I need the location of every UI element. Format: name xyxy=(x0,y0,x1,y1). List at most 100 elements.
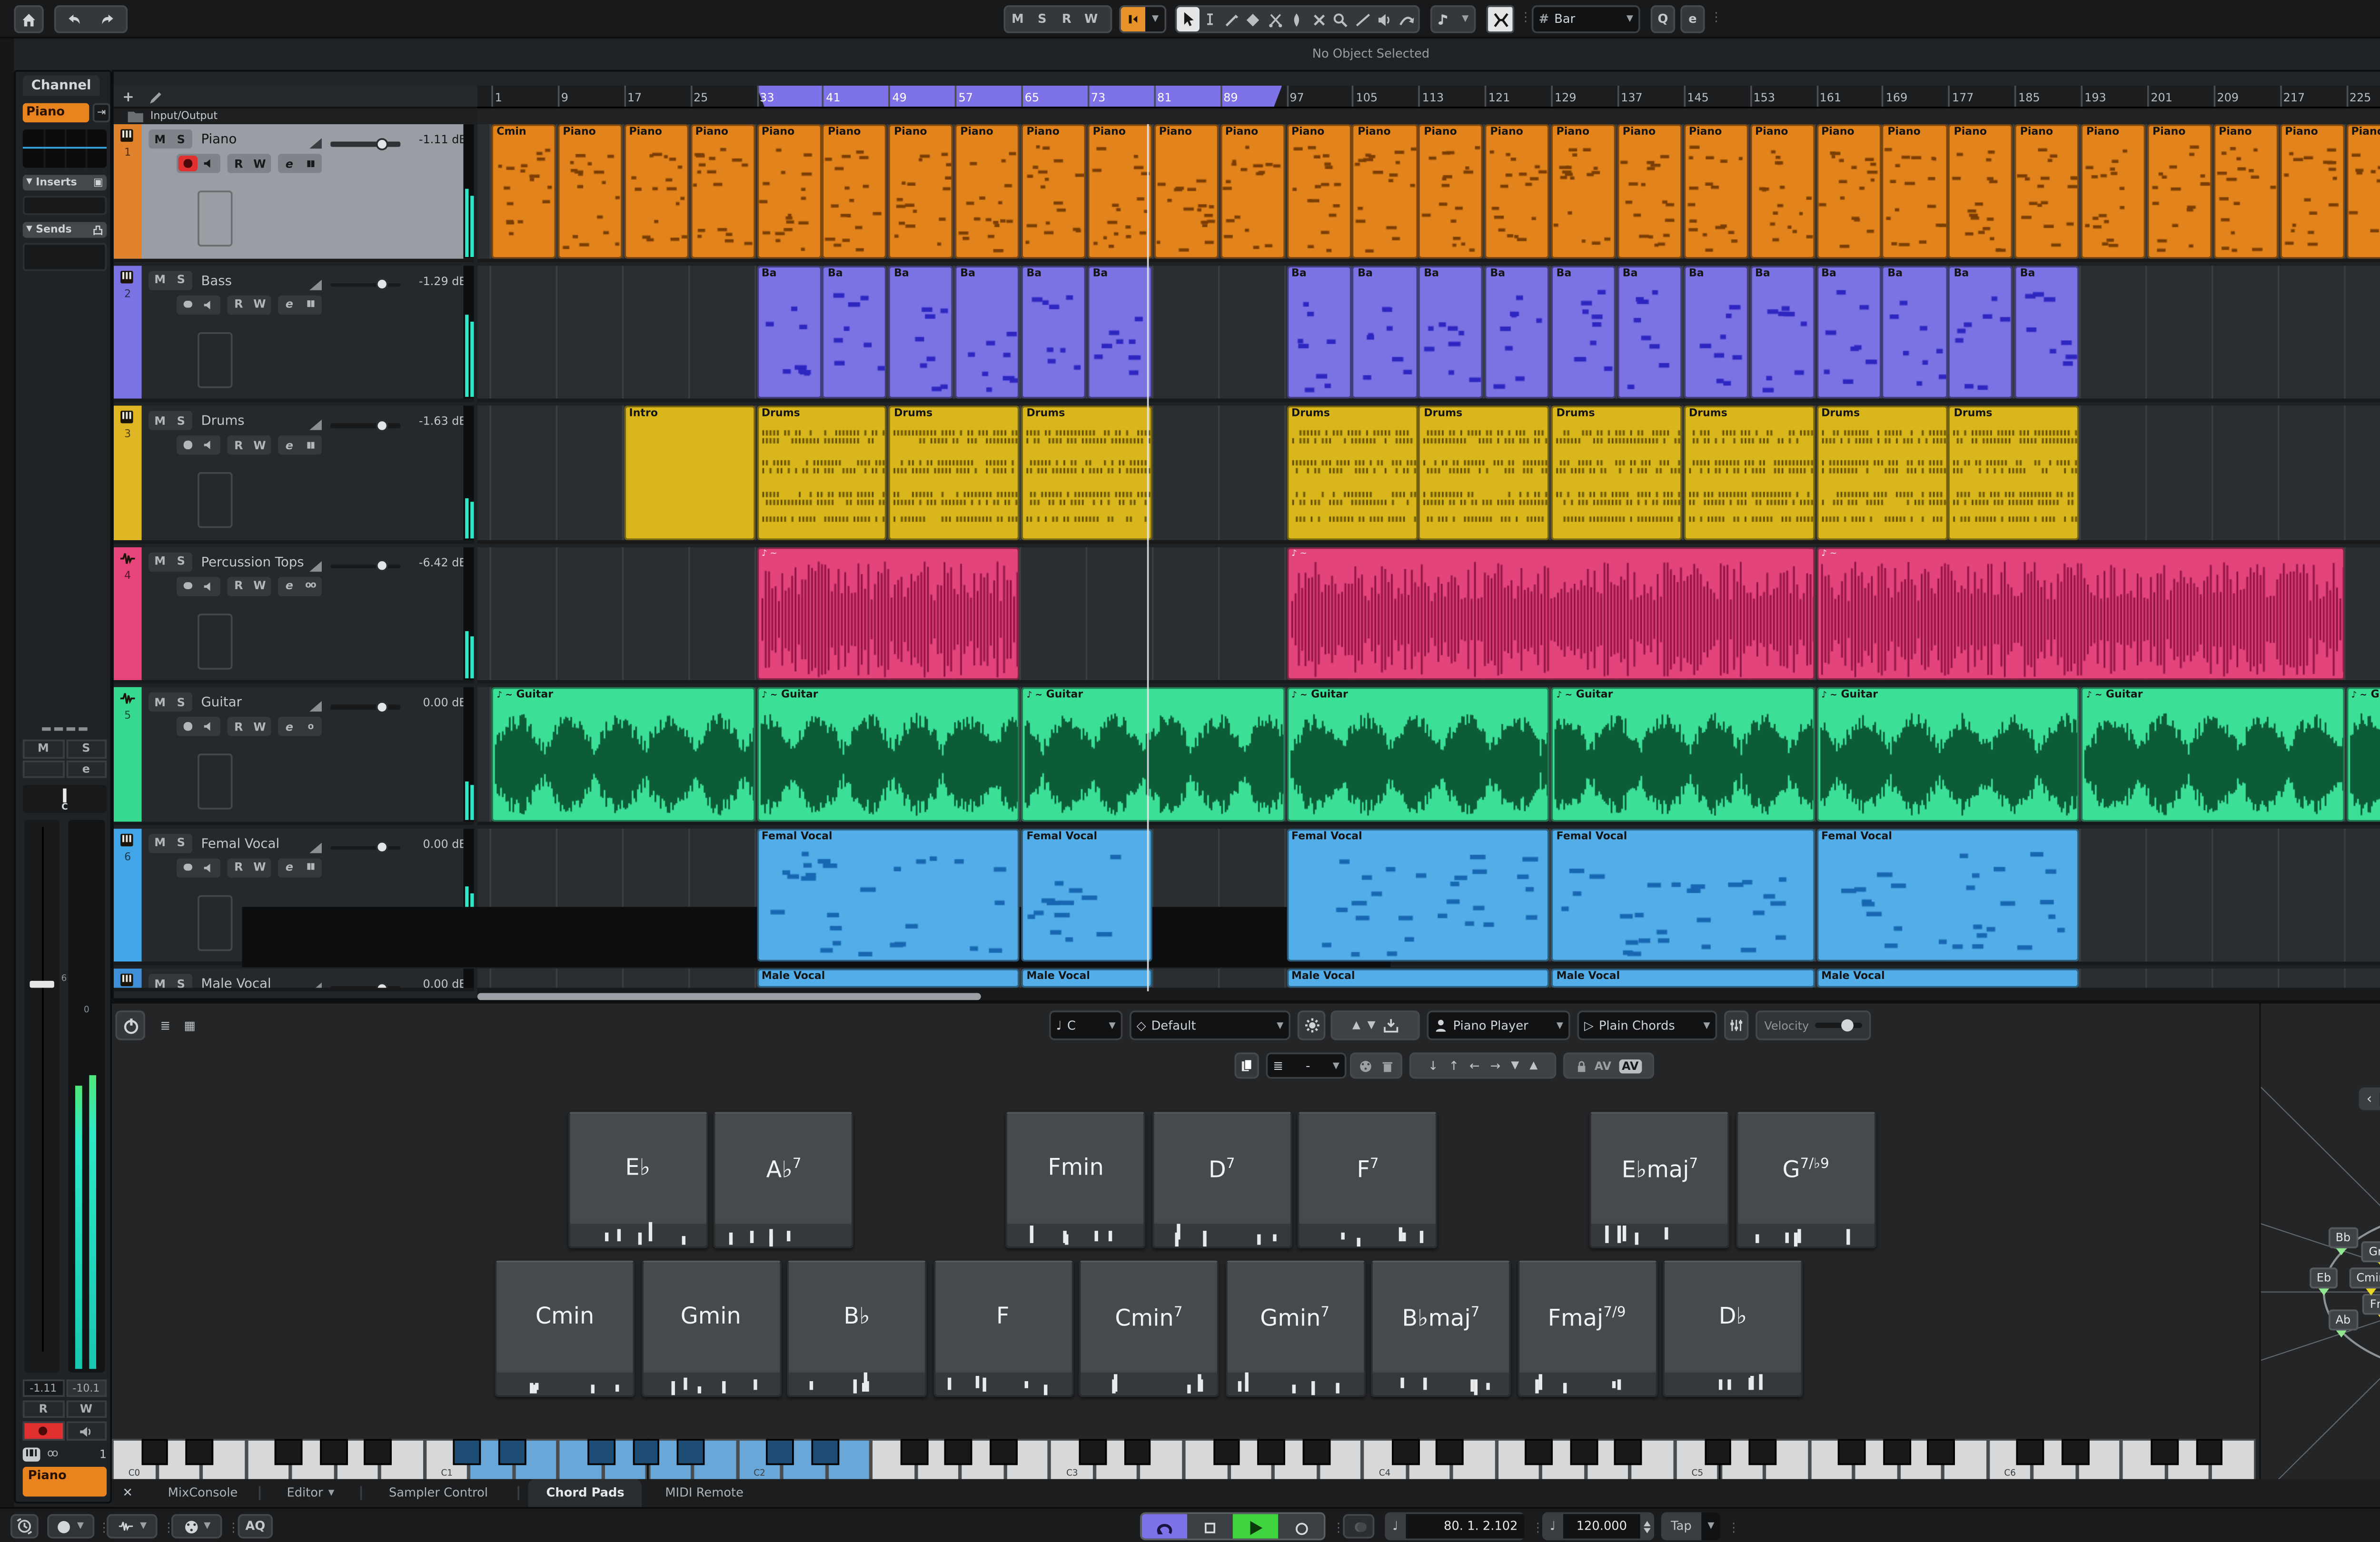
cof-minor-cmin[interactable]: Cmin xyxy=(2350,1267,2380,1288)
black-key[interactable] xyxy=(1436,1439,1464,1465)
clip-percussion-tops[interactable]: ♪ ~ xyxy=(1816,546,2344,680)
transpose-up-button[interactable]: ▲ xyxy=(1352,1019,1360,1032)
black-key[interactable] xyxy=(1704,1439,1732,1465)
black-key[interactable] xyxy=(319,1439,347,1465)
edit-channel-button[interactable]: e xyxy=(280,578,299,593)
chord-pad-Gmin7[interactable]: Gmin7 xyxy=(1225,1261,1365,1397)
clip-guitar[interactable]: ♪ ~ Guitar xyxy=(491,687,755,821)
zoom-tool[interactable] xyxy=(1330,7,1352,31)
record-enable-button[interactable] xyxy=(178,719,198,734)
clip-ba[interactable]: Ba xyxy=(1949,265,2013,399)
volume-slider[interactable] xyxy=(330,423,400,427)
clip-guitar[interactable]: ♪ ~ Guitar xyxy=(1021,687,1285,821)
clip-piano[interactable]: Piano xyxy=(690,124,755,258)
edit-channel-button[interactable]: e xyxy=(280,297,299,312)
clip-femal-vocal[interactable]: Femal Vocal xyxy=(1816,828,2080,961)
chord-pad-F[interactable]: F xyxy=(933,1261,1073,1397)
save-preset-icon[interactable] xyxy=(1382,1018,1398,1033)
volume-slider[interactable] xyxy=(330,282,400,287)
clip-male-vocal[interactable]: Male Vocal xyxy=(1551,969,1815,988)
black-key[interactable] xyxy=(766,1439,794,1465)
black-key[interactable] xyxy=(1258,1439,1285,1465)
av-active-button[interactable]: AV xyxy=(1618,1058,1642,1072)
track-solo-button[interactable]: S xyxy=(171,976,190,991)
split-tool[interactable] xyxy=(1264,7,1286,31)
clip-piano[interactable]: Piano xyxy=(823,124,887,258)
folder-track-io[interactable]: Input/Output xyxy=(114,109,477,124)
clip-intro[interactable]: Intro xyxy=(624,405,755,539)
black-key[interactable] xyxy=(2151,1439,2178,1465)
clip-ba[interactable]: Ba xyxy=(1882,265,1947,399)
tab-midi-remote[interactable]: MIDI Remote xyxy=(648,1479,761,1507)
cof-major-bb[interactable]: Bb xyxy=(2329,1226,2358,1247)
insert-slot[interactable] xyxy=(23,196,107,215)
line-tool[interactable] xyxy=(1352,7,1374,31)
track-solo-button[interactable]: S xyxy=(171,272,190,287)
clip-piano[interactable]: Piano xyxy=(1551,124,1616,258)
track-read-button[interactable]: R xyxy=(229,437,248,453)
av-button[interactable]: AV xyxy=(1595,1058,1611,1072)
undo-button[interactable] xyxy=(56,7,91,31)
track-mute-button[interactable]: M xyxy=(150,272,169,287)
track-mute-button[interactable]: M xyxy=(150,694,169,710)
volume-knob[interactable] xyxy=(376,700,388,712)
black-key[interactable] xyxy=(454,1439,481,1465)
transpose-pad-down[interactable]: ▼ xyxy=(1511,1059,1519,1072)
clip-piano[interactable]: Piano xyxy=(2280,124,2344,258)
quantize-button[interactable]: Q xyxy=(1651,5,1675,33)
track-write-button[interactable]: W xyxy=(250,860,269,875)
cof-minor-fmin[interactable]: Fmin xyxy=(2363,1293,2380,1314)
chord-pad-Ab7[interactable]: A♭7 xyxy=(714,1112,854,1248)
chord-pad-F7[interactable]: F7 xyxy=(1298,1112,1438,1248)
clip-piano[interactable]: Piano xyxy=(889,124,953,258)
auto-quantize-button[interactable]: AQ xyxy=(238,1514,273,1538)
black-key[interactable] xyxy=(2062,1439,2089,1465)
channel-bottom-label[interactable]: Piano xyxy=(23,1467,107,1496)
page-flip-button[interactable] xyxy=(1234,1052,1259,1078)
channel-read-button[interactable]: R xyxy=(23,1400,64,1418)
clip-drums[interactable]: Drums xyxy=(1949,405,2080,539)
black-key[interactable] xyxy=(811,1439,838,1465)
clip-drums[interactable]: Drums xyxy=(1816,405,1947,539)
trash-icon[interactable] xyxy=(1381,1058,1394,1072)
black-key[interactable] xyxy=(1570,1439,1597,1465)
clip-piano[interactable]: Piano xyxy=(1684,124,1748,258)
clip-piano[interactable]: Piano xyxy=(1816,124,1881,258)
auto-quantize-dropdown[interactable]: ▼ xyxy=(1430,5,1476,33)
black-key[interactable] xyxy=(1526,1439,1553,1465)
black-key[interactable] xyxy=(677,1439,704,1465)
automation-s-button[interactable]: S xyxy=(1030,7,1054,31)
track-lane-drums[interactable]: IntroDrumsDrumsDrumsDrumsDrumsDrumsDrums… xyxy=(477,405,2380,543)
volume-slider[interactable] xyxy=(330,142,400,146)
black-key[interactable] xyxy=(186,1439,213,1465)
clip-piano[interactable]: Piano xyxy=(1352,124,1417,258)
instrument-or-channel-icon[interactable]: ▮▮ xyxy=(301,156,320,171)
channel-monitor-button[interactable] xyxy=(66,1422,107,1441)
clip-cmin[interactable]: Cmin xyxy=(491,124,556,258)
cof-major-ab[interactable]: Ab xyxy=(2329,1309,2358,1330)
preset-dropdown[interactable]: ◇Default▼ xyxy=(1130,1010,1290,1040)
audio-record-dropdown[interactable]: ▼ xyxy=(107,1514,158,1538)
clip-drums[interactable]: Drums xyxy=(1551,405,1682,539)
track-lane-male-vocal[interactable]: Male VocalMale VocalMale VocalMale Vocal… xyxy=(477,969,2380,991)
monitor-button[interactable] xyxy=(199,437,218,453)
player-dropdown[interactable]: Piano Player▼ xyxy=(1427,1010,1570,1040)
black-key[interactable] xyxy=(1838,1439,1865,1465)
clip-drums[interactable]: Drums xyxy=(1286,405,1417,539)
mute-tool[interactable] xyxy=(1308,7,1330,31)
track-solo-button[interactable]: S xyxy=(171,554,190,569)
clip-guitar[interactable]: ♪ ~ Guitar xyxy=(2081,687,2345,821)
clip-ba[interactable]: Ba xyxy=(1352,265,1417,399)
record-enable-button[interactable] xyxy=(178,437,198,453)
black-key[interactable] xyxy=(1927,1439,1955,1465)
midi-record-dropdown[interactable]: ▼ xyxy=(171,1514,222,1538)
tempo-spinner[interactable] xyxy=(1640,1520,1654,1532)
clip-male-vocal[interactable]: Male Vocal xyxy=(756,969,1020,988)
instrument-or-channel-icon[interactable]: ▮▮ xyxy=(301,297,320,312)
pads-grid-icon[interactable]: ▦ xyxy=(178,1014,201,1037)
black-key[interactable] xyxy=(1123,1439,1151,1465)
clip-guitar[interactable]: ♪ ~ Guitar xyxy=(2346,687,2380,821)
black-key[interactable] xyxy=(945,1439,972,1465)
record-enable-button[interactable] xyxy=(178,578,198,593)
black-key[interactable] xyxy=(2017,1439,2044,1465)
